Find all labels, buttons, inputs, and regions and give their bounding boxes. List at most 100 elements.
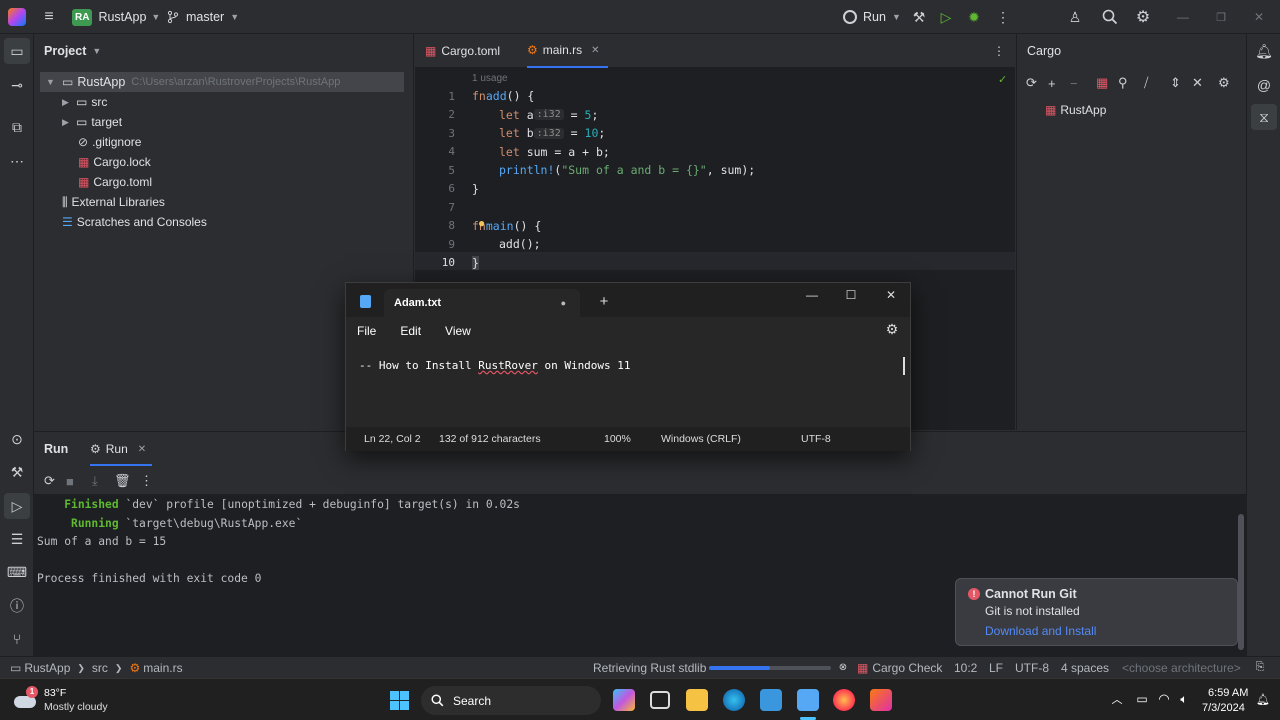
menu-file[interactable]: File xyxy=(357,324,376,338)
cargo-check-icon[interactable]: ⚲ xyxy=(1118,75,1144,91)
build-icon[interactable]: ⚒ xyxy=(4,459,30,485)
indent-setting[interactable]: 4 spaces xyxy=(1061,661,1109,675)
expand-all-icon[interactable]: ⇕ xyxy=(1170,75,1192,91)
terminal-icon[interactable]: ⌨ xyxy=(4,559,30,585)
tree-item-cargo-toml[interactable]: ▦ Cargo.toml xyxy=(78,172,152,192)
cargo-project-item[interactable]: ▦ RustApp xyxy=(1045,103,1106,117)
close-icon[interactable]: ✕ xyxy=(883,287,899,303)
file-explorer-icon[interactable] xyxy=(686,689,708,711)
notepad-settings-icon[interactable]: ⚙ xyxy=(884,321,900,337)
close-icon[interactable]: ✕ xyxy=(1250,8,1268,26)
tabs-more-icon[interactable]: ⋮ xyxy=(991,43,1007,59)
usage-hint[interactable]: 1 usage xyxy=(472,73,508,84)
stop-icon[interactable]: ■ xyxy=(66,474,92,489)
cancel-progress-icon[interactable]: ⊗ xyxy=(836,660,850,674)
git-icon[interactable]: ⑂ xyxy=(4,626,30,652)
menu-view[interactable]: View xyxy=(445,324,471,338)
tab-cargo-toml[interactable]: ▦ Cargo.toml xyxy=(425,34,500,68)
tree-item-external-libraries[interactable]: ⫼ External Libraries xyxy=(62,192,165,212)
notepad-text-area[interactable]: -- How to Install RustRover on Windows 1… xyxy=(346,345,910,427)
maximize-icon[interactable]: ☐ xyxy=(843,287,859,303)
collapse-all-icon[interactable]: ✕ xyxy=(1192,75,1218,91)
tree-item-src[interactable]: ▶ ▭ src xyxy=(62,92,107,112)
show-hidden-icons-chevron[interactable]: ︿ xyxy=(1110,692,1124,706)
caret-position[interactable]: 10:2 xyxy=(954,661,977,675)
close-tab-icon[interactable]: ✕ xyxy=(138,444,146,455)
rustrover-taskbar-icon[interactable] xyxy=(870,689,892,711)
file-encoding[interactable]: UTF-8 xyxy=(1015,661,1049,675)
minimize-icon[interactable]: — xyxy=(1174,8,1192,26)
restore-icon[interactable]: ❐ xyxy=(1212,8,1230,26)
refresh-icon[interactable]: ⟳ xyxy=(1026,75,1048,91)
add-user-icon[interactable]: ♙ xyxy=(1066,8,1084,26)
main-menu-icon[interactable]: ≡ xyxy=(40,8,58,26)
task-view-icon[interactable] xyxy=(650,691,670,709)
notification-center-bell-icon[interactable]: 🔔︎ xyxy=(1256,692,1270,706)
cargo-tool-icon[interactable]: ⧖ xyxy=(1251,104,1277,130)
breadcrumb-item[interactable]: main.rs xyxy=(143,661,182,675)
add-icon[interactable]: + xyxy=(1048,76,1070,91)
rerun-icon[interactable]: ⟳ xyxy=(44,473,66,489)
ai-assistant-icon[interactable]: @ xyxy=(1251,72,1277,98)
wifi-icon[interactable]: ◠ xyxy=(1156,691,1172,707)
minimize-icon[interactable]: — xyxy=(804,287,820,303)
build-hammer-icon[interactable]: ⚒ xyxy=(910,8,928,26)
unsaved-dot-icon[interactable]: ● xyxy=(561,298,566,308)
tree-item-scratches[interactable]: ☰ Scratches and Consoles xyxy=(62,212,207,232)
run-config-selector[interactable]: Run ▼ xyxy=(843,7,901,27)
breadcrumb-item[interactable]: RustApp xyxy=(24,661,70,675)
taskbar-search[interactable]: Search xyxy=(421,686,601,715)
weather-widget[interactable]: 1 83°F Mostly cloudy xyxy=(14,683,108,717)
console-scrollbar[interactable] xyxy=(1238,514,1244,650)
intention-bulb-icon[interactable]: ● xyxy=(478,216,485,230)
cargo-settings-icon[interactable]: ⚙ xyxy=(1218,75,1240,91)
notepad-taskbar-icon[interactable] xyxy=(797,689,819,711)
project-folder-icon[interactable]: ▭ xyxy=(4,38,30,64)
structure-icon[interactable]: ⧉ xyxy=(4,114,30,140)
download-install-link[interactable]: Download and Install xyxy=(985,624,1096,638)
taskbar-time[interactable]: 6:59 AM xyxy=(1208,687,1248,699)
cargo-check-widget[interactable]: ▦ Cargo Check xyxy=(857,661,942,675)
architecture-selector[interactable]: <choose architecture> xyxy=(1122,661,1241,675)
remove-icon[interactable]: − xyxy=(1070,76,1096,91)
new-tab-plus-icon[interactable]: + xyxy=(596,293,612,310)
tree-item-cargo-lock[interactable]: ▦ Cargo.lock xyxy=(78,152,151,172)
run-play-icon[interactable]: ▷ xyxy=(937,8,955,26)
run-tool-icon[interactable]: ▷ xyxy=(4,493,30,519)
filter-icon[interactable]: ⧸ xyxy=(1144,75,1170,91)
more-vertical-icon[interactable]: ⋮ xyxy=(140,473,156,489)
problems-icon[interactable]: ⓘ xyxy=(4,593,30,619)
copilot-icon[interactable] xyxy=(613,689,635,711)
more-vertical-icon[interactable]: ⋮ xyxy=(994,8,1012,26)
debug-bug-icon[interactable]: ✹ xyxy=(965,8,983,26)
store-icon[interactable] xyxy=(760,689,782,711)
status-line-ending[interactable]: Windows (CRLF) xyxy=(661,433,741,445)
tree-root[interactable]: ▼ ▭ RustApp C:\Users\arzan\RustroverProj… xyxy=(40,72,404,92)
notifications-bell-icon[interactable]: 🔔︎ xyxy=(1251,38,1277,64)
status-zoom[interactable]: 100% xyxy=(604,433,631,445)
more-horizontal-icon[interactable]: ⋯ xyxy=(4,148,30,174)
commit-icon[interactable]: ⊸ xyxy=(4,72,30,98)
tree-item-gitignore[interactable]: ⊘ .gitignore xyxy=(78,132,141,152)
app-logo-icon[interactable] xyxy=(8,8,26,26)
line-separator[interactable]: LF xyxy=(989,661,1003,675)
cargo-run-icon[interactable]: ▦ xyxy=(1096,75,1118,91)
notepad-tab[interactable]: Adam.txt ● xyxy=(384,289,580,317)
taskbar-date[interactable]: 7/3/2024 xyxy=(1202,702,1245,714)
start-windows-icon[interactable] xyxy=(390,691,409,710)
project-panel-header[interactable]: Project ▼ xyxy=(44,44,101,58)
menu-edit[interactable]: Edit xyxy=(400,324,421,338)
edge-browser-icon[interactable] xyxy=(723,689,745,711)
close-tab-icon[interactable]: ✕ xyxy=(591,45,599,56)
trash-icon[interactable]: 🗑︎ xyxy=(114,473,140,489)
tab-main-rs[interactable]: ⚙ main.rs ✕ xyxy=(527,34,608,68)
services-icon[interactable]: ⊙ xyxy=(4,426,30,452)
display-icon[interactable]: ▭ xyxy=(1134,692,1150,706)
breadcrumb-item[interactable]: src xyxy=(92,661,108,675)
tree-item-target[interactable]: ▶ ▭ target xyxy=(62,112,122,132)
scroll-to-end-icon[interactable]: ⤓ xyxy=(92,473,114,489)
todo-list-icon[interactable]: ☰ xyxy=(4,526,30,552)
run-tab[interactable]: ⚙ Run ✕ xyxy=(90,434,153,466)
firefox-icon[interactable] xyxy=(833,689,855,711)
volume-icon[interactable]: 🔈︎ xyxy=(1176,691,1192,707)
